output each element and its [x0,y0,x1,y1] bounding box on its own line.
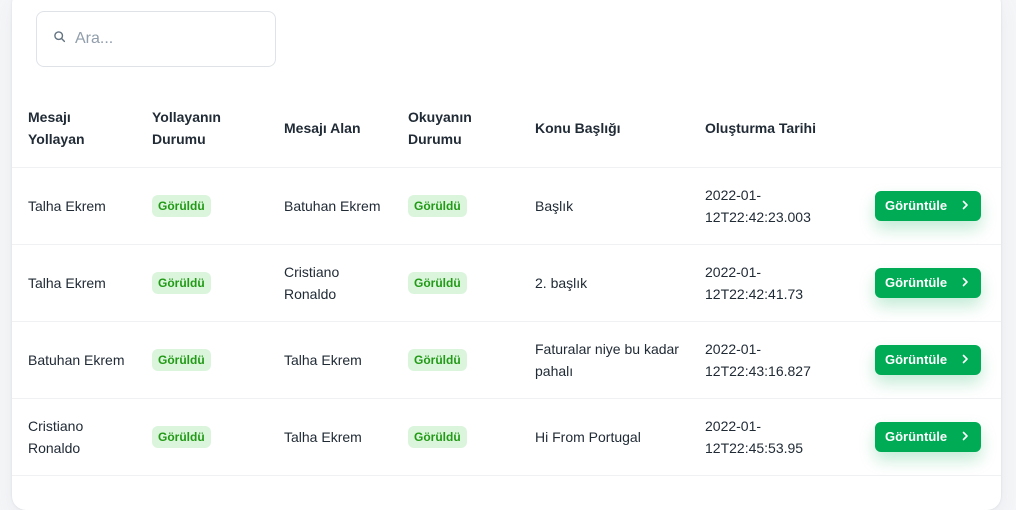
messages-card: Mesajı Yollayan Yollayanın Durumu Mesajı… [12,0,1001,510]
chevron-right-icon [960,198,970,213]
cell-sender-status: Görüldü [136,321,268,399]
header-created-date[interactable]: Oluşturma Tarihi [689,90,859,168]
cell-receiver: Batuhan Ekrem [268,167,392,245]
search-input[interactable] [75,30,255,48]
cell-receiver: Talha Ekrem [268,398,392,476]
cell-sender: Batuhan Ekrem [12,321,136,399]
cell-subject: Hi From Portugal [519,398,689,476]
view-button[interactable]: Görüntüle [875,267,981,298]
header-subject[interactable]: Konu Başlığı [519,90,689,168]
cell-created-date: 2022-01-12T22:45:53.95 [689,398,859,476]
messages-table: Mesajı Yollayan Yollayanın Durumu Mesajı… [12,90,1001,476]
cell-reader-status: Görüldü [392,244,519,322]
cell-subject: Faturalar niye bu kadar pahalı [519,321,689,399]
cell-reader-status: Görüldü [392,167,519,245]
header-reader-status[interactable]: Okuyanın Durumu [392,90,519,168]
cell-actions: Görüntüle [859,244,1001,322]
cell-sender-status: Görüldü [136,398,268,476]
cell-actions: Görüntüle [859,167,1001,245]
cell-reader-status: Görüldü [392,321,519,399]
view-button-label: Görüntüle [885,352,948,367]
chevron-right-icon [960,275,970,290]
status-badge: Görüldü [152,195,211,217]
table-row: Talha Ekrem Görüldü Batuhan Ekrem Görüld… [12,167,1001,245]
table-row: Cristiano Ronaldo Görüldü Talha Ekrem Gö… [12,398,1001,476]
header-actions [859,90,1001,168]
view-button[interactable]: Görüntüle [875,190,981,221]
cell-sender-status: Görüldü [136,167,268,245]
status-badge: Görüldü [152,349,211,371]
cell-sender: Talha Ekrem [12,167,136,245]
cell-actions: Görüntüle [859,321,1001,399]
header-receiver[interactable]: Mesajı Alan [268,90,392,168]
search-icon [53,30,66,48]
status-badge: Görüldü [408,349,467,371]
table-row: Batuhan Ekrem Görüldü Talha Ekrem Görüld… [12,321,1001,399]
chevron-right-icon [960,352,970,367]
cell-subject: 2. başlık [519,244,689,322]
status-badge: Görüldü [408,272,467,294]
cell-receiver: Talha Ekrem [268,321,392,399]
cell-receiver: Cristiano Ronaldo [268,244,392,322]
table-header-row: Mesajı Yollayan Yollayanın Durumu Mesajı… [12,90,1001,168]
status-badge: Görüldü [152,272,211,294]
header-sender-status[interactable]: Yollayanın Durumu [136,90,268,168]
cell-created-date: 2022-01-12T22:42:41.73 [689,244,859,322]
header-sender[interactable]: Mesajı Yollayan [12,90,136,168]
view-button[interactable]: Görüntüle [875,421,981,452]
cell-actions: Görüntüle [859,398,1001,476]
cell-subject: Başlık [519,167,689,245]
search-box[interactable] [36,11,276,67]
status-badge: Görüldü [408,195,467,217]
cell-sender: Cristiano Ronaldo [12,398,136,476]
table-row: Talha Ekrem Görüldü Cristiano Ronaldo Gö… [12,244,1001,322]
status-badge: Görüldü [408,426,467,448]
chevron-right-icon [960,429,970,444]
view-button-label: Görüntüle [885,198,948,213]
view-button-label: Görüntüle [885,429,948,444]
view-button-label: Görüntüle [885,275,948,290]
cell-sender-status: Görüldü [136,244,268,322]
cell-sender: Talha Ekrem [12,244,136,322]
cell-created-date: 2022-01-12T22:43:16.827 [689,321,859,399]
cell-created-date: 2022-01-12T22:42:23.003 [689,167,859,245]
cell-reader-status: Görüldü [392,398,519,476]
status-badge: Görüldü [152,426,211,448]
view-button[interactable]: Görüntüle [875,344,981,375]
